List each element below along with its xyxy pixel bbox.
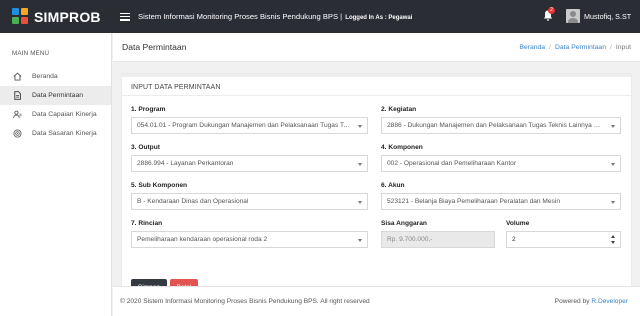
target-icon: [13, 129, 22, 138]
sidebar: MAIN MENU Beranda Data Permintaan Data C…: [0, 33, 112, 316]
breadcrumb: Beranda / Data Permintaan / Input: [519, 44, 631, 51]
komponen-select[interactable]: 002 - Operasional dan Pemeliharaan Kanto…: [381, 155, 621, 172]
logged-in-label: Logged In As : Pegawai: [345, 15, 413, 21]
sidebar-item-data-capaian-kinerja[interactable]: Data Capaian Kinerja: [0, 105, 111, 124]
chevron-down-icon: [358, 239, 362, 242]
sidebar-item-label: Beranda: [32, 73, 58, 80]
brand[interactable]: SIMPROB: [0, 0, 112, 33]
breadcrumb-beranda[interactable]: Beranda: [519, 44, 545, 51]
volume-value: 2: [512, 236, 516, 243]
akun-select[interactable]: 523121 - Belanja Biaya Pemeliharaan Pera…: [381, 193, 621, 210]
output-select[interactable]: 2886.994 - Layanan Perkantoran: [131, 155, 368, 172]
powered-by-text: Powered by: [554, 298, 590, 305]
breadcrumb-data-permintaan[interactable]: Data Permintaan: [555, 44, 606, 51]
akun-label-text: 6. Akun: [381, 182, 405, 189]
input-form-card: INPUT DATA PERMINTAAN 1. Program 054.01.…: [122, 74, 631, 303]
breadcrumb-separator: /: [549, 43, 551, 51]
sisa-anggaran-label-text: Sisa Anggaran: [381, 220, 427, 227]
sidebar-item-data-sasaran-kinerja[interactable]: Data Sasaran Kinerja: [0, 124, 111, 143]
komponen-value: 002 - Operasional dan Pemeliharaan Kanto…: [387, 160, 517, 167]
sisa-anggaran-value: Rp. 9.700.000,-: [387, 236, 433, 243]
subkomponen-label: 5. Sub Komponen: [131, 182, 187, 192]
app-title: Sistem Informasi Monitoring Proses Bisni…: [138, 12, 412, 21]
form-title: INPUT DATA PERMINTAAN: [122, 77, 631, 96]
rincian-label-text: 7. Rincian: [131, 220, 163, 227]
kegiatan-select[interactable]: 2886 - Dukungan Manajemen dan Pelaksanaa…: [381, 117, 621, 134]
output-label: 3. Output: [131, 144, 160, 154]
chevron-down-icon: [611, 163, 615, 166]
subkomponen-select[interactable]: B - Kendaraan Dinas dan Operasional: [131, 193, 368, 210]
akun-value: 523121 - Belanja Biaya Pemeliharaan Pera…: [387, 198, 561, 205]
app-title-text: Sistem Informasi Monitoring Proses Bisni…: [138, 12, 343, 21]
chevron-down-icon: [611, 201, 615, 204]
kegiatan-value: 2886 - Dukungan Manajemen dan Pelaksanaa…: [387, 122, 604, 129]
program-label: 1. Program: [131, 106, 165, 116]
menu-toggle-icon[interactable]: [120, 12, 130, 21]
akun-label: 6. Akun: [381, 182, 405, 192]
subkomponen-value: B - Kendaraan Dinas dan Operasional: [137, 198, 249, 205]
breadcrumb-separator: /: [609, 43, 612, 51]
komponen-label: 4. Komponen: [381, 144, 423, 154]
sidebar-item-data-permintaan[interactable]: Data Permintaan: [0, 86, 111, 105]
volume-input[interactable]: 2: [506, 231, 621, 248]
page-title: Data Permintaan: [122, 42, 187, 52]
rincian-label: 7. Rincian: [131, 220, 162, 230]
rincian-select[interactable]: Pemeliharaan kendaraan operasional roda …: [131, 231, 368, 248]
page-header: Data Permintaan Beranda / Data Permintaa…: [113, 33, 640, 62]
kegiatan-label-text: 2. Kegiatan: [381, 106, 417, 113]
rincian-value: Pemeliharaan kendaraan operasional roda …: [137, 236, 268, 243]
chevron-down-icon: [358, 163, 362, 166]
program-label-text: 1. Program: [131, 106, 166, 113]
document-icon: [14, 91, 21, 100]
sidebar-heading: MAIN MENU: [12, 50, 50, 57]
sisa-anggaran-field: Rp. 9.700.000,-: [381, 231, 495, 248]
volume-label-text: Volume: [506, 220, 530, 227]
user-chart-icon: [13, 110, 22, 119]
developer-link[interactable]: R.Developer: [591, 298, 628, 305]
copyright-text: © 2020 Sistem Informasi Monitoring Prose…: [120, 298, 370, 305]
main-content: Data Permintaan Beranda / Data Permintaa…: [113, 33, 640, 316]
komponen-label-text: 4. Komponen: [381, 144, 423, 151]
footer: © 2020 Sistem Informasi Monitoring Prose…: [113, 286, 640, 316]
sisa-anggaran-label: Sisa Anggaran: [381, 220, 427, 230]
user-name[interactable]: Mustofiq, S.ST: [584, 12, 631, 21]
number-spinner-icon[interactable]: [611, 235, 616, 245]
kegiatan-label: 2. Kegiatan: [381, 106, 416, 116]
powered-by: Powered by R.Developer: [555, 298, 628, 305]
notification-badge: 2: [548, 7, 555, 14]
avatar[interactable]: [566, 9, 580, 23]
output-label-text: 3. Output: [131, 144, 160, 151]
output-value: 2886.994 - Layanan Perkantoran: [137, 160, 234, 167]
chevron-down-icon: [611, 125, 615, 128]
sidebar-item-label: Data Permintaan: [32, 92, 84, 99]
logo-icon: [12, 7, 30, 26]
sidebar-item-label: Data Sasaran Kinerja: [32, 130, 97, 137]
program-select[interactable]: 054.01.01 - Program Dukungan Manajemen d…: [131, 117, 368, 134]
subkomponen-label-text: 5. Sub Komponen: [131, 182, 188, 189]
sidebar-item-label: Data Capaian Kinerja: [32, 111, 97, 118]
volume-label: Volume: [506, 220, 529, 230]
brand-name: SIMPROB: [34, 8, 101, 25]
home-icon: [13, 72, 22, 81]
program-value: 054.01.01 - Program Dukungan Manajemen d…: [137, 122, 351, 129]
chevron-down-icon: [358, 125, 362, 128]
sidebar-item-beranda[interactable]: Beranda: [0, 67, 111, 86]
breadcrumb-current: Input: [615, 43, 631, 51]
chevron-down-icon: [358, 201, 362, 204]
